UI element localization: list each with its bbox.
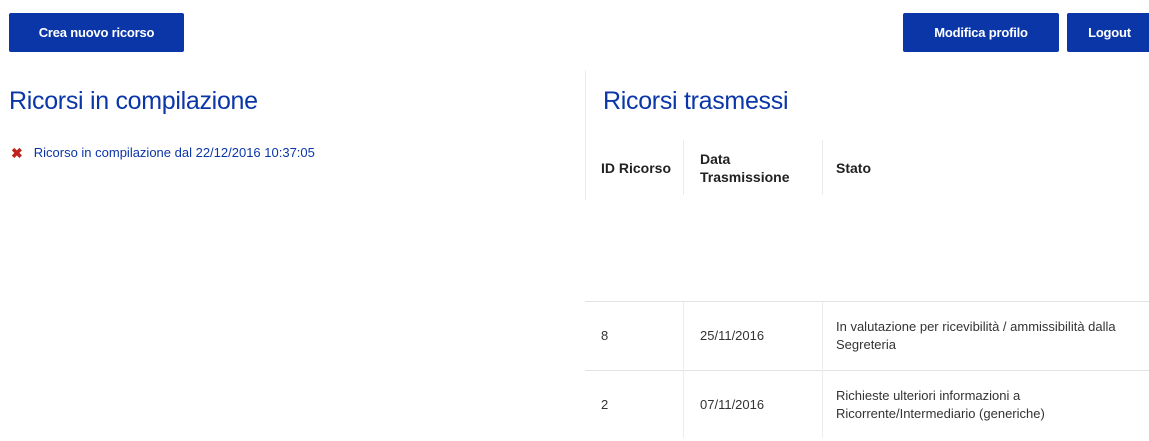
column-separator bbox=[822, 140, 823, 195]
table-row: 2 07/11/2016 Richieste ulteriori informa… bbox=[585, 371, 1149, 438]
submitted-table-header: ID Ricorso Data Trasmissione Stato bbox=[585, 140, 1149, 195]
cell-stato: Richieste ulteriori informazioni a Ricor… bbox=[836, 387, 1045, 421]
column-separator bbox=[683, 371, 684, 438]
cell-stato: In valutazione per ricevibilità / ammiss… bbox=[836, 318, 1116, 352]
column-separator bbox=[822, 371, 823, 438]
delete-x-icon[interactable]: ✖ bbox=[11, 146, 23, 160]
draft-list-item: ✖ Ricorso in compilazione dal 22/12/2016… bbox=[11, 145, 315, 160]
edit-profile-button[interactable]: Modifica profilo bbox=[903, 13, 1059, 52]
column-header-stato: Stato bbox=[836, 159, 871, 176]
submitted-section-title: Ricorsi trasmessi bbox=[603, 87, 789, 115]
logout-button[interactable]: Logout bbox=[1067, 13, 1149, 52]
drafts-section-title: Ricorsi in compilazione bbox=[9, 87, 258, 115]
create-new-appeal-button[interactable]: Crea nuovo ricorso bbox=[9, 13, 184, 52]
cell-date: 25/11/2016 bbox=[700, 327, 765, 343]
column-header-id: ID Ricorso bbox=[601, 159, 672, 176]
column-separator bbox=[822, 302, 823, 369]
column-header-date: Data Trasmissione bbox=[700, 150, 790, 185]
cell-id: 8 bbox=[601, 327, 609, 343]
cell-date: 07/11/2016 bbox=[700, 396, 765, 412]
column-separator bbox=[683, 140, 684, 195]
table-row: 8 25/11/2016 In valutazione per ricevibi… bbox=[585, 302, 1149, 369]
draft-link[interactable]: Ricorso in compilazione dal 22/12/2016 1… bbox=[34, 145, 315, 160]
cell-id: 2 bbox=[601, 396, 609, 412]
column-separator bbox=[683, 302, 684, 369]
